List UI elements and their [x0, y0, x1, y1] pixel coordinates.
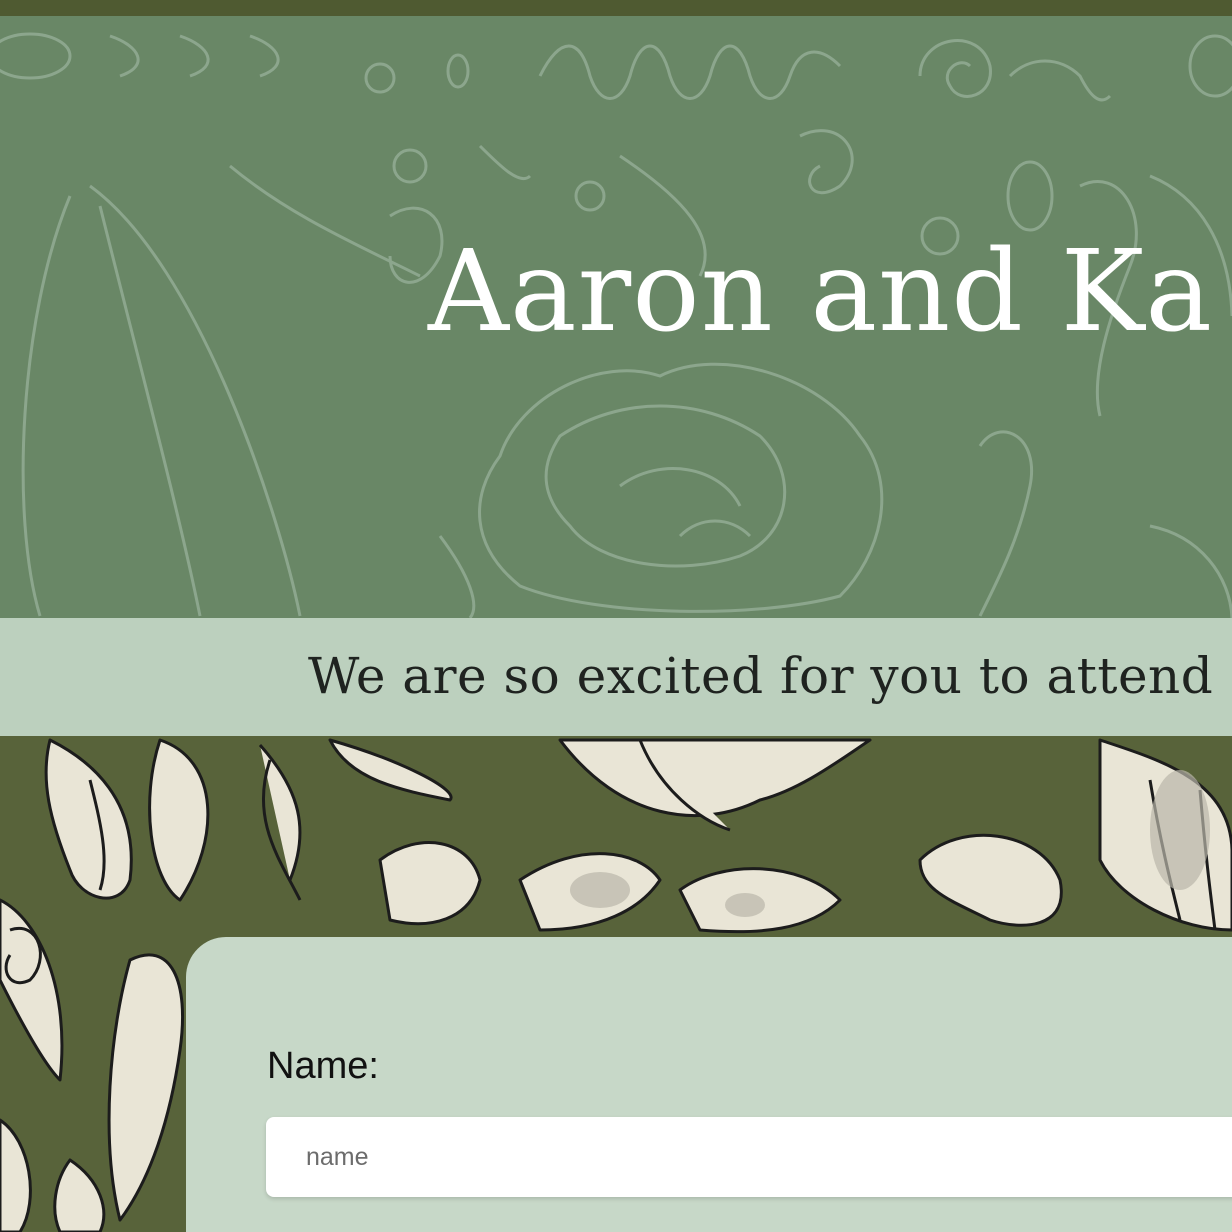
- welcome-message: We are so excited for you to attend ou: [308, 647, 1232, 705]
- page-title: Aaron and Ka: [428, 227, 1214, 357]
- name-input[interactable]: [266, 1117, 1232, 1197]
- rsvp-form-card: Name:: [186, 937, 1232, 1232]
- top-border-strip: [0, 0, 1232, 16]
- welcome-banner: We are so excited for you to attend ou: [0, 618, 1232, 736]
- hero-section: Aaron and Ka: [0, 16, 1232, 618]
- name-label: Name:: [267, 1045, 379, 1087]
